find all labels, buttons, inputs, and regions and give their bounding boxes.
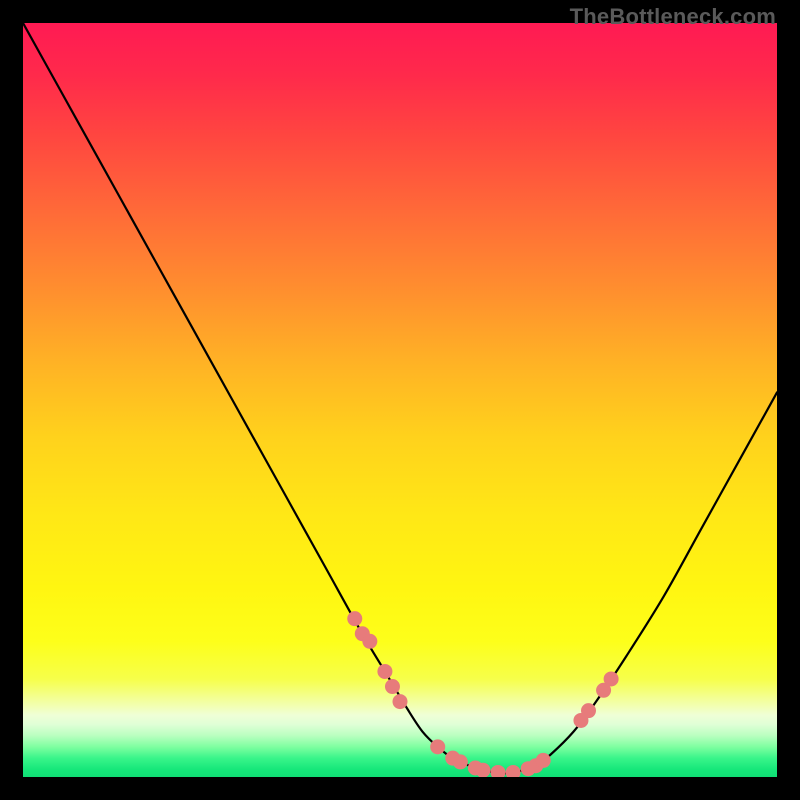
watermark-label: TheBottleneck.com [570,4,776,30]
chart-plot-area [23,23,777,777]
highlight-dot [393,694,408,709]
highlight-dot [377,664,392,679]
highlight-dot [581,703,596,718]
highlight-dot [362,634,377,649]
bottleneck-chart [23,23,777,777]
highlight-dot [347,611,362,626]
highlight-dot [385,679,400,694]
gradient-background [23,23,777,777]
highlight-dot [536,753,551,768]
highlight-dot [604,671,619,686]
highlight-dot [430,739,445,754]
highlight-dot [453,754,468,769]
chart-stage: TheBottleneck.com [0,0,800,800]
